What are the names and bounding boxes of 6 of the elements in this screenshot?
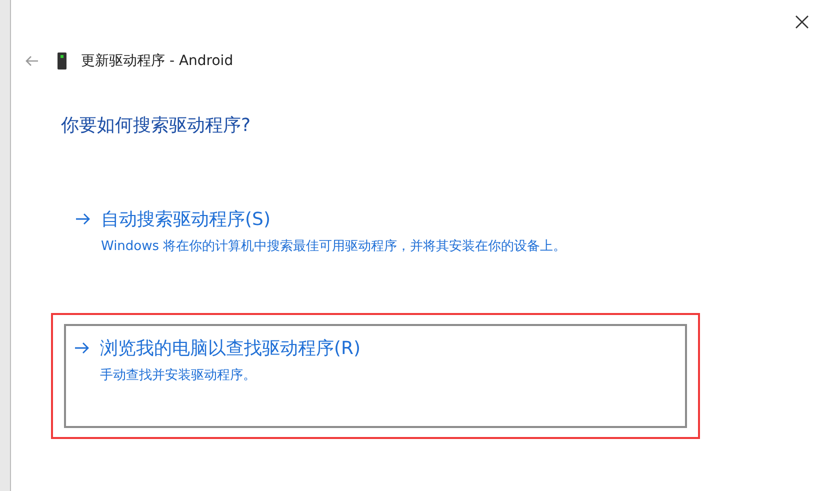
option-link[interactable]: 浏览我的电脑以查找驱动程序(R) 手动查找并安装驱动程序。 bbox=[64, 324, 687, 428]
arrow-icon bbox=[75, 212, 91, 226]
arrow-icon bbox=[74, 341, 90, 355]
heading: 你要如何搜索驱动程序? bbox=[61, 114, 251, 137]
device-icon bbox=[57, 52, 67, 70]
window-title: 更新驱动程序 - Android bbox=[81, 52, 234, 70]
